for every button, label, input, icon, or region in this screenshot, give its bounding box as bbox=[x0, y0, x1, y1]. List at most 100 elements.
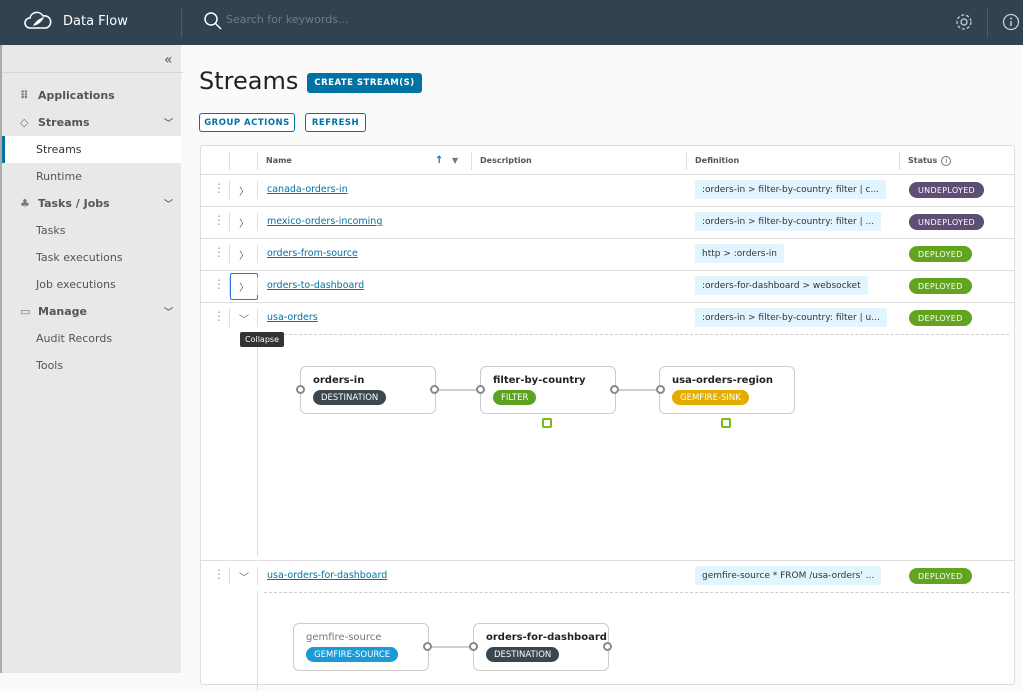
filter-icon[interactable]: ▼ bbox=[452, 156, 458, 165]
output-port[interactable] bbox=[423, 642, 432, 651]
stream-definition: http > :orders-in bbox=[695, 244, 784, 263]
input-port[interactable] bbox=[469, 642, 478, 651]
sidebar-group-streams[interactable]: ◇ Streams ﹀ bbox=[2, 109, 181, 136]
divider bbox=[257, 213, 258, 231]
table-row: ⋮ ﹀ usa-orders-for-dashboard gemfire-sou… bbox=[201, 560, 1014, 593]
divider bbox=[264, 334, 1009, 335]
sidebar-label: Streams bbox=[38, 116, 90, 129]
info-icon[interactable]: i bbox=[941, 155, 952, 166]
sidebar-label: Tools bbox=[36, 359, 64, 372]
input-port[interactable] bbox=[296, 385, 305, 394]
divider bbox=[257, 567, 258, 585]
stream-name-link[interactable]: orders-to-dashboard bbox=[267, 280, 364, 291]
graph-link bbox=[618, 389, 660, 391]
chevron-down-icon[interactable]: ﹀ bbox=[230, 563, 258, 590]
node-type-badge: DESTINATION bbox=[486, 647, 560, 662]
page-title: Streams bbox=[199, 67, 299, 95]
chevron-down-icon[interactable]: ﹀ bbox=[230, 305, 258, 332]
sidebar-label: Manage bbox=[38, 305, 87, 318]
chevron-right-icon[interactable]: 〉 bbox=[230, 273, 258, 300]
column-label: Status bbox=[908, 156, 938, 165]
node-name: gemfire-source bbox=[306, 632, 382, 643]
chevron-down-icon: ﹀ bbox=[164, 119, 174, 129]
streams-icon: ◇ bbox=[20, 116, 29, 129]
sidebar-group-tasks-jobs[interactable]: ♣ Tasks / Jobs ﹀ bbox=[2, 190, 181, 217]
chevron-down-icon: ﹀ bbox=[164, 308, 174, 318]
stream-name-link[interactable]: orders-from-source bbox=[267, 248, 358, 259]
sidebar-label: Audit Records bbox=[36, 332, 113, 345]
input-port[interactable] bbox=[476, 385, 485, 394]
sidebar-item-runtime[interactable]: Runtime bbox=[2, 163, 181, 190]
search-bar[interactable] bbox=[204, 12, 526, 34]
chevron-right-icon[interactable]: 〉 bbox=[230, 209, 258, 236]
graph-link bbox=[432, 646, 474, 648]
graph-node[interactable]: gemfire-source GEMFIRE-SOURCE bbox=[293, 623, 429, 671]
tap-port[interactable] bbox=[721, 418, 731, 428]
node-type-badge: GEMFIRE-SOURCE bbox=[306, 647, 399, 662]
sidebar-item-tasks[interactable]: Tasks bbox=[2, 217, 181, 244]
tap-port[interactable] bbox=[542, 418, 552, 428]
group-actions-button[interactable]: GROUP ACTIONS bbox=[199, 113, 295, 132]
column-header-name[interactable]: Name ↑ ▼ bbox=[257, 146, 471, 175]
status-badge: UNDEPLOYED bbox=[909, 182, 985, 198]
input-port[interactable] bbox=[656, 385, 665, 394]
logo-icon bbox=[24, 11, 52, 29]
graph-node[interactable]: orders-for-dashboard DESTINATION bbox=[473, 623, 609, 671]
status-badge: DEPLOYED bbox=[909, 568, 972, 584]
chevron-right-icon[interactable]: 〉 bbox=[230, 177, 258, 204]
divider bbox=[264, 592, 1009, 593]
graph-node[interactable]: orders-in DESTINATION bbox=[300, 366, 436, 414]
output-port[interactable] bbox=[610, 385, 619, 394]
row-actions-icon[interactable]: ⋮ bbox=[213, 214, 225, 226]
search-input[interactable] bbox=[226, 13, 526, 26]
info-icon[interactable] bbox=[1002, 13, 1020, 31]
divider bbox=[181, 8, 182, 38]
row-actions-icon[interactable]: ⋮ bbox=[213, 568, 225, 580]
status-badge: DEPLOYED bbox=[909, 246, 972, 262]
stream-name-link[interactable]: usa-orders bbox=[267, 312, 318, 323]
row-actions-icon[interactable]: ⋮ bbox=[213, 278, 225, 290]
sidebar-group-applications[interactable]: ⠿ Applications bbox=[2, 82, 181, 109]
divider bbox=[257, 591, 258, 691]
sidebar-label: Tasks bbox=[36, 224, 66, 237]
refresh-button[interactable]: REFRESH bbox=[305, 113, 366, 132]
chevron-right-icon[interactable]: 〉 bbox=[230, 241, 258, 268]
sort-up-icon[interactable]: ↑ bbox=[435, 155, 443, 166]
column-header-definition: Definition bbox=[686, 146, 739, 175]
sidebar-item-task-executions[interactable]: Task executions bbox=[2, 244, 181, 271]
node-name: filter-by-country bbox=[493, 375, 586, 386]
sidebar-item-tools[interactable]: Tools bbox=[2, 352, 181, 379]
graph-node[interactable]: usa-orders-region GEMFIRE-SINK bbox=[659, 366, 795, 414]
divider bbox=[987, 8, 988, 38]
node-type-badge: DESTINATION bbox=[313, 390, 387, 405]
graph-node[interactable]: filter-by-country FILTER bbox=[480, 366, 616, 414]
sidebar-label: Streams bbox=[36, 143, 82, 156]
stream-definition: :orders-in > filter-by-country: filter |… bbox=[695, 180, 887, 199]
tasks-icon: ♣ bbox=[20, 197, 30, 210]
gear-icon[interactable] bbox=[955, 13, 973, 31]
output-port[interactable] bbox=[430, 385, 439, 394]
chevron-down-icon: ﹀ bbox=[164, 200, 174, 210]
stream-definition: gemfire-source * FROM /usa-orders' ... bbox=[695, 566, 882, 585]
row-actions-icon[interactable]: ⋮ bbox=[213, 310, 225, 322]
sidebar-item-job-executions[interactable]: Job executions bbox=[2, 271, 181, 298]
output-port[interactable] bbox=[603, 642, 612, 651]
sidebar: « ⠿ Applications ◇ Streams ﹀ Streams Runtim… bbox=[0, 45, 183, 673]
stream-name-link[interactable]: usa-orders-for-dashboard bbox=[267, 570, 387, 581]
briefcase-icon: ▭ bbox=[20, 305, 31, 318]
stream-name-link[interactable]: canada-orders-in bbox=[267, 184, 348, 195]
tooltip: Collapse bbox=[240, 332, 284, 347]
table-row: ⋮ 〉 orders-to-dashboard :orders-for-dash… bbox=[201, 270, 1014, 302]
divider bbox=[257, 336, 258, 556]
create-stream-button[interactable]: CREATE STREAM(S) bbox=[307, 73, 422, 93]
sidebar-group-manage[interactable]: ▭ Manage ﹀ bbox=[2, 298, 181, 325]
divider bbox=[2, 72, 183, 73]
table-row: ⋮ 〉 orders-from-source http > :orders-in… bbox=[201, 238, 1014, 270]
sidebar-item-streams[interactable]: Streams bbox=[2, 136, 181, 163]
row-actions-icon[interactable]: ⋮ bbox=[213, 246, 225, 258]
sidebar-item-audit-records[interactable]: Audit Records bbox=[2, 325, 181, 352]
collapse-sidebar-icon[interactable]: « bbox=[164, 52, 173, 68]
stream-name-link[interactable]: mexico-orders-incoming bbox=[267, 216, 382, 227]
row-actions-icon[interactable]: ⋮ bbox=[213, 182, 225, 194]
stream-definition: :orders-in > filter-by-country: filter |… bbox=[695, 308, 887, 327]
